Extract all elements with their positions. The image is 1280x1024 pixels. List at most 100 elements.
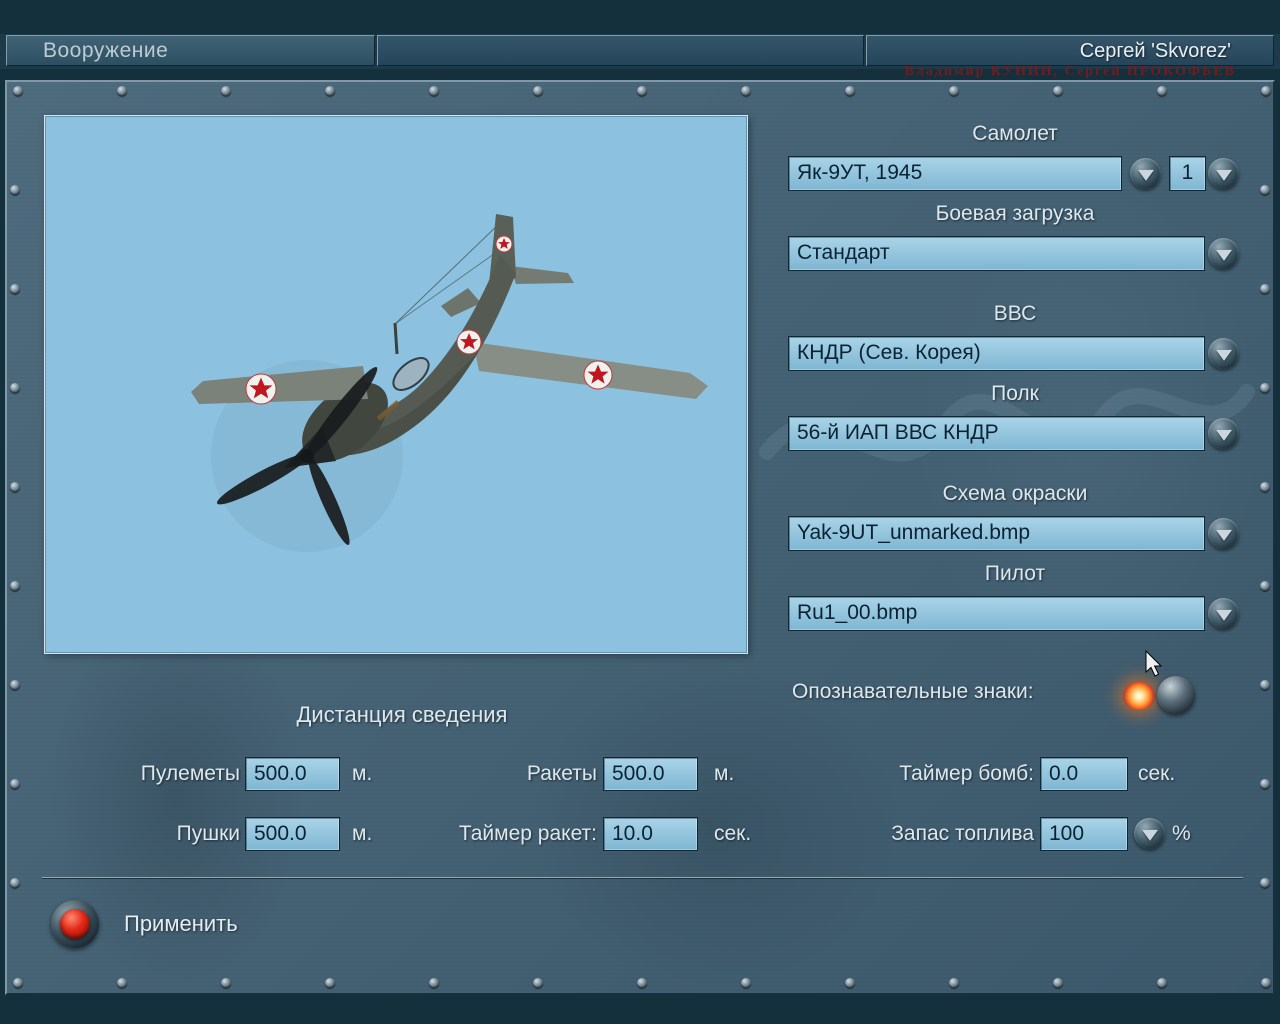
rivet <box>1260 383 1270 393</box>
markings-label: Опознавательные знаки: <box>792 680 1034 703</box>
rivet <box>1261 978 1271 988</box>
rivet <box>949 86 959 96</box>
markings-toggle[interactable] <box>1117 672 1209 720</box>
rivet <box>429 978 439 988</box>
rivet <box>637 86 647 96</box>
rivet <box>1260 779 1270 789</box>
convergence-title: Дистанция сведения <box>296 702 508 727</box>
machineguns-convergence-input[interactable] <box>245 757 340 791</box>
toggle-knob-icon <box>1157 676 1195 714</box>
rivet <box>13 978 23 988</box>
rivet <box>10 779 20 789</box>
rivet <box>1260 284 1270 294</box>
loadout-dropdown-arrow-button[interactable] <box>1208 238 1239 269</box>
fuel-arrow-button[interactable] <box>1134 818 1165 849</box>
rivet <box>10 482 20 492</box>
bomb-timer-unit: сек. <box>1138 762 1176 785</box>
arrow-down-icon <box>1215 429 1232 441</box>
rivet <box>221 978 231 988</box>
arrow-down-icon <box>1137 169 1154 181</box>
rivet <box>1260 185 1270 195</box>
rockets-unit: м. <box>714 762 735 785</box>
rivet <box>117 86 127 96</box>
pilot-section-label: Пилот <box>984 562 1046 585</box>
pilot-dropdown-arrow-button[interactable] <box>1208 598 1239 629</box>
aircraft-dropdown[interactable]: Як-9УТ, 1945 <box>788 156 1122 191</box>
rocket-timer-unit: сек. <box>714 822 752 845</box>
rivet <box>637 978 647 988</box>
rivet <box>1053 978 1063 988</box>
rivet <box>1260 581 1270 591</box>
rivet <box>10 878 20 888</box>
paintscheme-section-label: Схема окраски <box>942 482 1088 505</box>
aircraft-count-dropdown[interactable]: 1 <box>1169 156 1206 191</box>
regiment-dropdown-arrow-button[interactable] <box>1208 418 1239 449</box>
rivet <box>741 978 751 988</box>
player-name: Сергей 'Skvorez' <box>1079 40 1231 62</box>
aircraft-section-label: Самолет <box>972 122 1058 145</box>
arrow-down-icon <box>1215 609 1232 621</box>
flame-icon <box>1123 682 1155 710</box>
machineguns-label: Пулеметы <box>140 762 240 785</box>
rivet <box>10 581 20 591</box>
rivet <box>221 86 231 96</box>
rivet <box>1260 878 1270 888</box>
rivet <box>845 86 855 96</box>
airforce-section-label: ВВС <box>993 302 1037 325</box>
rivet <box>1260 482 1270 492</box>
aircraft-preview <box>44 115 748 654</box>
machineguns-unit: м. <box>352 762 373 785</box>
cannons-label: Пушки <box>176 822 240 845</box>
rivet <box>1260 680 1270 690</box>
rivet <box>1053 86 1063 96</box>
apply-button-icon <box>60 909 90 939</box>
paintscheme-dropdown[interactable]: Yak-9UT_unmarked.bmp <box>788 516 1205 551</box>
fuel-unit: % <box>1172 822 1191 845</box>
loadout-dropdown[interactable]: Стандарт <box>788 236 1205 271</box>
rivet <box>117 978 127 988</box>
rivet <box>845 978 855 988</box>
rivet <box>429 86 439 96</box>
apply-button[interactable] <box>51 900 99 948</box>
tab-armament[interactable]: Вооружение <box>6 35 375 66</box>
apply-label[interactable]: Применить <box>124 910 238 938</box>
arrow-down-icon <box>1141 829 1158 841</box>
rivet <box>533 86 543 96</box>
rockets-convergence-input[interactable] <box>603 757 698 791</box>
rivet <box>741 86 751 96</box>
rivet <box>1261 86 1271 96</box>
rockets-label: Ракеты <box>526 762 597 785</box>
regiment-dropdown[interactable]: 56-й ИАП ВВС КНДР <box>788 416 1205 451</box>
top-bar-segment <box>377 35 864 66</box>
arrow-down-icon <box>1215 249 1232 261</box>
fuel-input[interactable] <box>1040 817 1128 851</box>
rivet <box>10 284 20 294</box>
arrow-down-icon <box>1215 529 1232 541</box>
aircraft-dropdown-arrow-button[interactable] <box>1130 158 1161 189</box>
rivet <box>533 978 543 988</box>
paintscheme-dropdown-arrow-button[interactable] <box>1208 518 1239 549</box>
top-bar-segment-right: Сергей 'Skvorez' <box>866 35 1274 66</box>
aircraft-image <box>191 214 708 552</box>
arrow-down-icon <box>1215 169 1232 181</box>
rocket-timer-input[interactable] <box>603 817 698 851</box>
rivet <box>949 978 959 988</box>
main-panel: Самолет Як-9УТ, 1945 1 Боевая загрузка С… <box>5 80 1275 995</box>
rivet <box>10 680 20 690</box>
airforce-dropdown[interactable]: КНДР (Сев. Корея) <box>788 336 1205 371</box>
rivet <box>13 86 23 96</box>
bomb-timer-label: Таймер бомб: <box>899 762 1034 785</box>
cannons-unit: м. <box>352 822 373 845</box>
cannons-convergence-input[interactable] <box>245 817 340 851</box>
rivet <box>325 978 335 988</box>
aircraft-count-arrow-button[interactable] <box>1208 158 1239 189</box>
tab-armament-label: Вооружение <box>43 39 169 62</box>
arrow-down-icon <box>1215 349 1232 361</box>
loadout-section-label: Боевая загрузка <box>935 202 1095 225</box>
airforce-dropdown-arrow-button[interactable] <box>1208 338 1239 369</box>
rocket-timer-label: Таймер ракет: <box>458 822 597 845</box>
rivet <box>1157 86 1167 96</box>
background-credit-text: Владимир КУНИН, Сергей ПРОКОФЬЕВ <box>904 64 1236 79</box>
pilot-dropdown[interactable]: Ru1_00.bmp <box>788 596 1205 631</box>
bomb-timer-input[interactable] <box>1040 757 1128 791</box>
